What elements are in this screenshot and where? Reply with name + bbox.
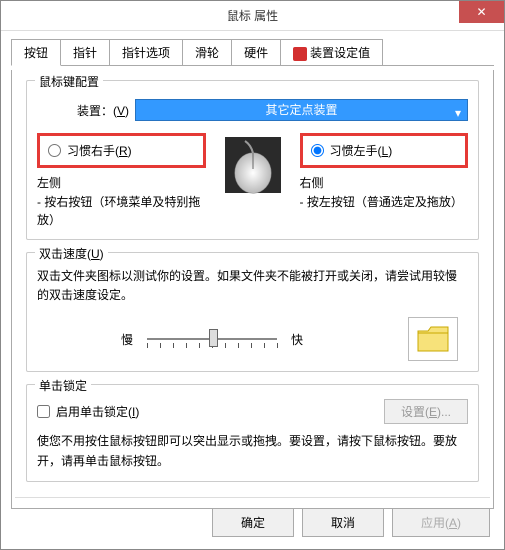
left-hand-radio[interactable]: 习惯左手(L) — [311, 142, 448, 159]
tab-wheel[interactable]: 滑轮 — [182, 39, 232, 65]
tab-pointer-options[interactable]: 指针选项 — [109, 39, 183, 65]
mouse-image — [218, 133, 288, 197]
group-title-dblclick: 双击速度(U) — [35, 245, 108, 262]
chevron-down-icon: ▾ — [455, 103, 461, 123]
button-config-group: 鼠标键配置 装置：(V) 其它定点装置 ▾ 习惯右手(R) — [26, 80, 479, 240]
dialog-footer: 确定 取消 应用(A) — [15, 497, 490, 537]
mouse-icon — [223, 135, 283, 195]
group-title-lock: 单击锁定 — [35, 377, 91, 394]
left-side-title: 左侧 — [37, 174, 206, 191]
clicklock-group: 单击锁定 启用单击锁定(I) 设置(E)... 使您不用按住鼠标按钮即可以突出显… — [26, 384, 479, 481]
left-hand-highlight: 习惯左手(L) — [300, 133, 469, 168]
lock-desc: 使您不用按住鼠标按钮即可以突出显示或拖拽。要设置，请按下鼠标按钮。要放开，请再单… — [37, 432, 468, 470]
apply-button[interactable]: 应用(A) — [392, 508, 490, 537]
hand-config-row: 习惯右手(R) 左侧 - 按右按钮（环境菜单及特别拖放） — [37, 133, 468, 229]
left-side-desc: - 按右按钮（环境菜单及特别拖放） — [37, 193, 206, 229]
window-title: 鼠标 属性 — [227, 7, 278, 24]
tab-device-settings[interactable]: 装置设定值 — [280, 39, 383, 65]
titlebar: 鼠标 属性 ✕ — [1, 1, 504, 31]
dblclick-group: 双击速度(U) 双击文件夹图标以测试你的设置。如果文件夹不能被打开或关闭，请尝试… — [26, 252, 479, 372]
clicklock-settings-button: 设置(E)... — [384, 399, 468, 424]
device-row: 装置：(V) 其它定点装置 ▾ — [37, 99, 468, 121]
right-side-desc: - 按左按钮（普通选定及拖放） — [300, 193, 469, 211]
close-icon: ✕ — [476, 5, 486, 19]
device-value: 其它定点装置 — [266, 103, 338, 117]
slow-label: 慢 — [121, 331, 133, 348]
content-area: 按钮 指针 指针选项 滑轮 硬件 装置设定值 鼠标键配置 装置：(V) 其它定点… — [1, 31, 504, 517]
tab-hardware[interactable]: 硬件 — [231, 39, 281, 65]
speed-slider[interactable] — [147, 327, 277, 351]
right-column: 习惯左手(L) 右侧 - 按左按钮（普通选定及拖放） — [300, 133, 469, 211]
clicklock-input[interactable] — [37, 405, 50, 418]
fast-label: 快 — [291, 331, 303, 348]
left-hand-input[interactable] — [311, 144, 324, 157]
group-title-config: 鼠标键配置 — [35, 73, 103, 90]
test-folder[interactable] — [408, 317, 458, 361]
lock-row: 启用单击锁定(I) 设置(E)... — [37, 399, 468, 424]
folder-icon — [416, 325, 450, 353]
device-label: 装置：(V) — [77, 102, 129, 119]
dblclick-row: 慢 — [37, 317, 468, 361]
right-hand-highlight: 习惯右手(R) — [37, 133, 206, 168]
right-hand-radio[interactable]: 习惯右手(R) — [48, 142, 185, 159]
synaptics-icon — [293, 47, 307, 61]
speed-slider-wrap: 慢 — [107, 327, 317, 351]
close-button[interactable]: ✕ — [459, 1, 504, 23]
tab-pointer[interactable]: 指针 — [60, 39, 110, 65]
dblclick-desc: 双击文件夹图标以测试你的设置。如果文件夹不能被打开或关闭，请尝试用较慢的双击速度… — [37, 267, 468, 305]
right-hand-input[interactable] — [48, 144, 61, 157]
right-side-title: 右侧 — [300, 174, 469, 191]
tab-buttons[interactable]: 按钮 — [11, 39, 61, 66]
left-column: 习惯右手(R) 左侧 - 按右按钮（环境菜单及特别拖放） — [37, 133, 206, 229]
slider-thumb[interactable] — [209, 329, 218, 347]
enable-clicklock-checkbox[interactable]: 启用单击锁定(I) — [37, 403, 139, 420]
mouse-properties-window: 鼠标 属性 ✕ 按钮 指针 指针选项 滑轮 硬件 装置设定值 鼠标键配置 装置：… — [0, 0, 505, 550]
tab-panel: 鼠标键配置 装置：(V) 其它定点装置 ▾ 习惯右手(R) — [11, 70, 494, 509]
tab-strip: 按钮 指针 指针选项 滑轮 硬件 装置设定值 — [11, 39, 494, 66]
device-select[interactable]: 其它定点装置 ▾ — [135, 99, 468, 121]
ok-button[interactable]: 确定 — [212, 508, 294, 537]
cancel-button[interactable]: 取消 — [302, 508, 384, 537]
